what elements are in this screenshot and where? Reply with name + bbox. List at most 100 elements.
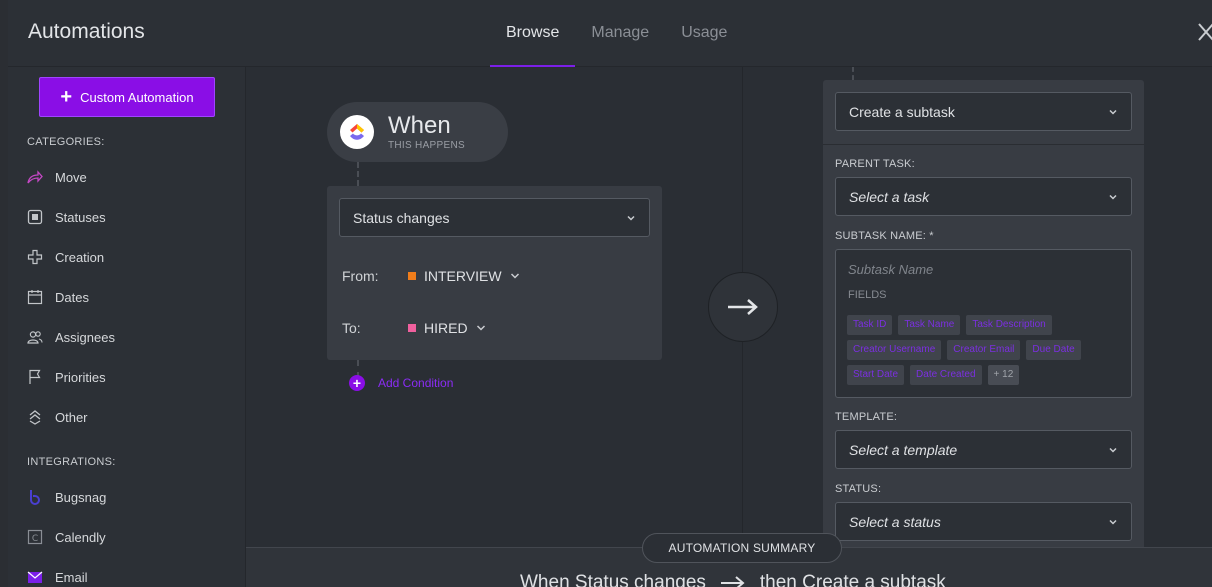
calendly-icon: C (27, 529, 43, 545)
trigger-event-select[interactable]: Status changes (339, 198, 650, 237)
sidebar-item-label: Other (55, 409, 88, 425)
plus-icon: + (60, 86, 73, 108)
from-status-select[interactable]: INTERVIEW (408, 268, 520, 284)
sidebar-item-assignees[interactable]: Assignees (27, 326, 115, 348)
sidebar-item-priorities[interactable]: Priorities (27, 366, 106, 388)
sidebar: + Custom Automation CATEGORIES: Move Sta… (8, 67, 246, 587)
parent-task-value: Select a task (849, 188, 930, 205)
sidebar-item-other[interactable]: Other (27, 406, 88, 428)
when-header: When THIS HAPPENS (327, 102, 508, 162)
automations-modal: Automations Browse Manage Usage + Custom… (8, 0, 1212, 587)
fields-label: FIELDS (848, 289, 887, 301)
categories-heading: CATEGORIES: (27, 136, 105, 148)
custom-automation-label: Custom Automation (80, 89, 194, 105)
sidebar-item-email[interactable]: Email (27, 566, 88, 587)
summary-text: When Status changes then Create a subtas… (520, 572, 946, 587)
status-square-icon (27, 209, 43, 225)
parent-task-select[interactable]: Select a task (835, 177, 1132, 216)
field-chip-more[interactable]: + 12 (987, 365, 1020, 385)
field-chips: Task ID Task Name Task Description Creat… (847, 315, 1131, 385)
status-value: Select a status (849, 513, 941, 530)
chevron-down-icon (625, 211, 637, 223)
field-chip-creator-username[interactable]: Creator Username (847, 340, 942, 360)
automation-summary-bar: AUTOMATION SUMMARY When Status changes t… (246, 533, 1212, 587)
status-color-swatch (408, 272, 416, 280)
status-select[interactable]: Select a status (835, 502, 1132, 541)
sidebar-item-bugsnag[interactable]: Bugsnag (27, 486, 106, 508)
sidebar-item-dates[interactable]: Dates (27, 286, 89, 308)
trigger-event-value: Status changes (353, 209, 450, 226)
sidebar-item-label: Bugsnag (55, 489, 107, 505)
subtask-name-label: SUBTASK NAME: * (835, 230, 934, 242)
bugsnag-icon (27, 489, 43, 505)
summary-when: When Status changes (520, 572, 706, 587)
sidebar-item-label: Creation (55, 249, 105, 265)
subtask-name-placeholder: Subtask Name (848, 262, 934, 277)
template-value: Select a template (849, 441, 958, 458)
connector-line (852, 67, 854, 80)
automation-summary-toggle[interactable]: AUTOMATION SUMMARY (642, 533, 842, 563)
when-subtitle: THIS HAPPENS (388, 140, 465, 151)
plus-circle-icon: + (349, 375, 365, 391)
summary-then: then Create a subtask (759, 572, 946, 587)
automation-builder: When THIS HAPPENS Status changes From: I… (246, 67, 1212, 547)
status-color-swatch (408, 324, 416, 332)
add-condition-label: Add Condition (378, 376, 454, 390)
sidebar-item-label: Calendly (55, 529, 106, 545)
when-title: When (388, 112, 451, 139)
chevron-down-icon (476, 325, 485, 331)
calendar-icon (27, 289, 43, 305)
chevron-down-icon (1107, 515, 1119, 527)
svg-text:C: C (32, 534, 38, 544)
connector-line (357, 162, 359, 186)
sidebar-item-move[interactable]: Move (27, 166, 87, 188)
sidebar-item-label: Move (55, 169, 87, 185)
field-chip-task-name[interactable]: Task Name (898, 315, 961, 335)
tab-bar: Browse Manage Usage (490, 0, 743, 68)
arrow-right-icon (720, 576, 745, 587)
chevron-down-icon (510, 273, 519, 279)
clickup-logo-icon (340, 115, 374, 149)
sidebar-item-label: Dates (55, 289, 89, 305)
field-chip-task-description[interactable]: Task Description (966, 315, 1052, 335)
add-condition-button[interactable]: + Add Condition (349, 375, 453, 391)
field-chip-task-id[interactable]: Task ID (847, 315, 893, 335)
field-chip-due-date[interactable]: Due Date (1026, 340, 1081, 360)
status-label: STATUS: (835, 483, 882, 495)
background-page-strip (0, 0, 8, 587)
stack-icon (27, 409, 43, 425)
sidebar-item-calendly[interactable]: C Calendly (27, 526, 106, 548)
template-select[interactable]: Select a template (835, 430, 1132, 469)
field-chip-start-date[interactable]: Start Date (847, 365, 905, 385)
to-status-value: HIRED (424, 320, 468, 336)
action-type-value: Create a subtask (849, 103, 955, 120)
custom-automation-button[interactable]: + Custom Automation (39, 77, 215, 117)
tab-usage[interactable]: Usage (665, 0, 743, 67)
sidebar-item-creation[interactable]: Creation (27, 246, 104, 268)
parent-task-label: PARENT TASK: (835, 158, 915, 170)
sidebar-item-label: Assignees (55, 329, 115, 345)
to-status-select[interactable]: HIRED (408, 320, 486, 336)
modal-header: Automations Browse Manage Usage (8, 0, 1212, 68)
close-icon[interactable] (1196, 20, 1212, 44)
action-card: Create a subtask PARENT TASK: Select a t… (823, 80, 1144, 547)
next-step-arrow-button[interactable] (708, 272, 778, 342)
action-type-select[interactable]: Create a subtask (835, 92, 1132, 131)
flag-icon (27, 369, 43, 385)
tab-manage[interactable]: Manage (575, 0, 665, 67)
sidebar-item-statuses[interactable]: Statuses (27, 206, 106, 228)
people-icon (27, 329, 43, 345)
template-label: TEMPLATE: (835, 411, 898, 423)
integrations-heading: INTEGRATIONS: (27, 456, 116, 468)
field-chip-date-created[interactable]: Date Created (910, 365, 982, 385)
subtask-name-field[interactable]: Subtask Name FIELDS Task ID Task Name Ta… (835, 249, 1132, 398)
from-status-value: INTERVIEW (424, 268, 502, 284)
field-chip-creator-email[interactable]: Creator Email (947, 340, 1021, 360)
tab-browse[interactable]: Browse (490, 0, 576, 68)
plus-outline-icon (27, 249, 43, 265)
email-icon (27, 569, 43, 585)
sidebar-item-label: Priorities (55, 369, 106, 385)
move-arrow-icon (27, 169, 43, 185)
arrow-right-icon (728, 299, 758, 315)
sidebar-item-label: Statuses (55, 209, 106, 225)
